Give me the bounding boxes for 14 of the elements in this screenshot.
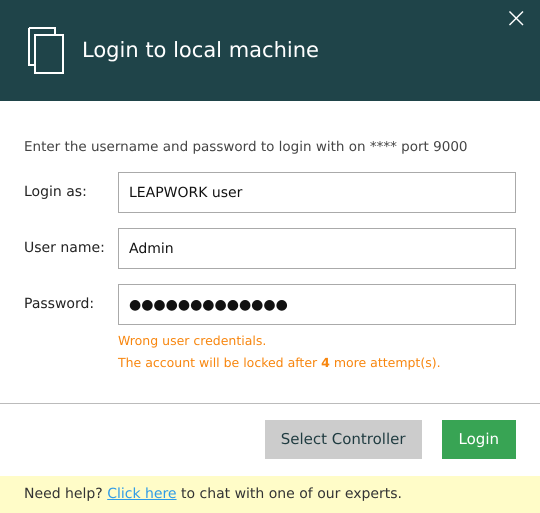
- help-text: Need help? Click here to chat with one of our experts.: [24, 484, 402, 504]
- input-field[interactable]: Admin: [118, 228, 516, 270]
- field-label: Login as:: [24, 183, 88, 202]
- error-message: Wrong user credentials.: [118, 332, 268, 350]
- instruction-text: Enter the username and password to login with on **** port 9000: [24, 138, 469, 157]
- input-field[interactable]: ●●●●●●●●●●●●●: [118, 284, 516, 326]
- select-controller-button[interactable]: Select Controller: [264, 420, 422, 459]
- input-field[interactable]: LEAPWORK user: [118, 172, 516, 214]
- documents-icon: [28, 27, 64, 74]
- error-message: The account will be locked after 4 more attempt(s).: [118, 354, 442, 372]
- dialog-title: Login to local machine: [82, 36, 319, 64]
- close-button[interactable]: ×: [500, 4, 532, 32]
- field-label: Password:: [24, 295, 96, 314]
- field-label: User name:: [24, 239, 106, 258]
